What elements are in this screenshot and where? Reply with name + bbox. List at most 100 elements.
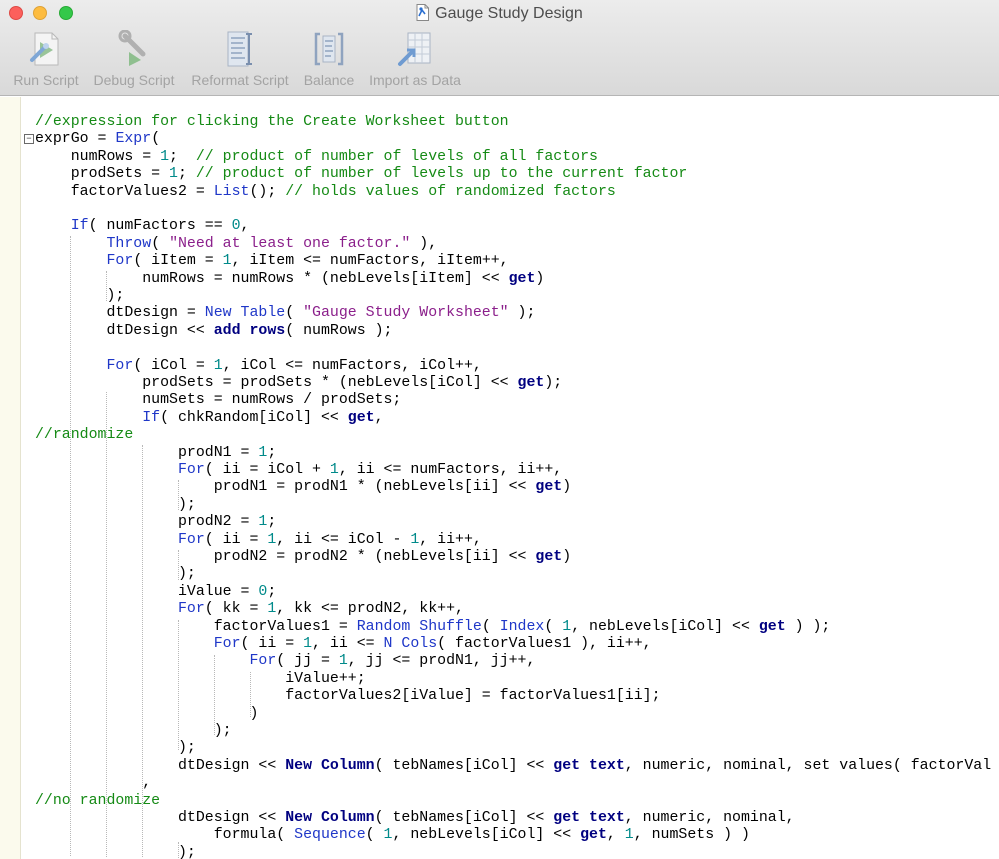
import-as-data-button[interactable]: Import as Data (364, 30, 466, 92)
code-token: prodN1 = (35, 444, 259, 461)
code-token: dtDesign << (35, 757, 286, 774)
code-line[interactable]: Throw( "Need at least one factor." ), (35, 235, 438, 253)
code-token: 0 (258, 583, 268, 600)
code-token: , numeric, nominal, (624, 810, 795, 826)
code-token: get (535, 479, 563, 496)
code-token: 1 (267, 531, 277, 548)
code-line[interactable]: For( ii = 1, ii <= iCol - 1, ii++, (35, 532, 482, 549)
code-line[interactable]: If( numFactors == 0, (35, 218, 250, 235)
code-line[interactable]: ); (35, 288, 124, 305)
code-token: , numeric, nominal, set values( factorVa… (624, 757, 992, 774)
balance-button[interactable]: Balance (300, 30, 358, 92)
code-line[interactable]: ); (35, 845, 196, 859)
code-line[interactable]: exprGo = Expr( (35, 131, 160, 148)
code-token: //randomize (35, 427, 134, 444)
debug-script-icon (118, 30, 146, 66)
balance-icon (314, 32, 344, 66)
code-token: ; (169, 148, 196, 165)
reformat-script-button[interactable]: Reformat Script (186, 30, 294, 92)
code-token: ), (410, 235, 438, 252)
code-line[interactable]: numRows = numRows * (nebLevels[iItem] <<… (35, 271, 544, 288)
code-token: ( (285, 305, 304, 322)
code-line[interactable]: ); (35, 566, 196, 583)
code-token: //no randomize (35, 792, 161, 809)
code-token: // product of number of levels of all fa… (195, 148, 598, 165)
run-script-button[interactable]: Run Script (8, 30, 84, 92)
code-token: Sequence (294, 827, 366, 844)
code-token: For (213, 636, 241, 652)
code-token: "Gauge Study Worksheet" (303, 305, 509, 322)
code-token: ( ii = iCol + (204, 462, 330, 478)
code-token: ) (535, 270, 545, 287)
code-line[interactable]: //randomize (35, 427, 133, 444)
code-line[interactable]: dtDesign = New Table( "Gauge Study Works… (35, 305, 535, 322)
code-line[interactable]: iValue = 0; (35, 584, 276, 601)
code-token: , jj <= prodN1, jj++, (347, 653, 536, 670)
code-line[interactable]: //expression for clicking the Create Wor… (35, 114, 509, 131)
code-token: ); (35, 844, 196, 859)
code-line[interactable]: numSets = numRows / prodSets; (35, 392, 401, 409)
fold-toggle-icon[interactable]: − (24, 134, 34, 144)
code-line[interactable]: dtDesign << New Column( tebNames[iCol] <… (35, 810, 795, 827)
code-line[interactable]: factorValues2[iValue] = factorValues1[ii… (35, 688, 661, 705)
code-line[interactable]: If( chkRandom[iCol] << get, (35, 410, 383, 427)
code-token: If (70, 218, 89, 235)
code-token: ( factorValues1 ), ii++, (437, 636, 652, 652)
code-token: 1 (624, 827, 634, 844)
code-line[interactable]: prodN1 = prodN1 * (nebLevels[ii] << get) (35, 479, 571, 496)
code-line[interactable]: numRows = 1; // product of number of lev… (35, 149, 598, 166)
code-token: 1 (258, 514, 268, 531)
code-line[interactable]: factorValues2 = List(); // holds values … (35, 184, 616, 201)
code-token: dtDesign << (35, 322, 214, 339)
code-token: ( kk = (204, 601, 268, 618)
code-line[interactable]: For( iCol = 1, iCol <= numFactors, iCol+… (35, 358, 482, 375)
window-title-text: Gauge Study Design (435, 5, 583, 22)
code-line[interactable]: ) (35, 706, 258, 723)
code-token: add rows (213, 322, 286, 339)
code-line[interactable]: ); (35, 723, 232, 740)
code-line[interactable]: iValue++; (35, 671, 365, 688)
code-line[interactable]: For( kk = 1, kk <= prodN2, kk++, (35, 601, 464, 618)
code-line[interactable]: factorValues1 = Random Shuffle( Index( 1… (35, 618, 831, 636)
code-line[interactable]: ); (35, 497, 196, 514)
script-editor[interactable]: − //expression for clicking the Create W… (0, 97, 999, 859)
code-line[interactable]: dtDesign << add rows( numRows ); (35, 323, 392, 340)
code-token: prodN1 = prodN1 * (nebLevels[ii] << (35, 479, 536, 496)
code-line[interactable]: For( iItem = 1, iItem <= numFactors, iIt… (35, 253, 509, 270)
code-line[interactable]: dtDesign << New Column( tebNames[iCol] <… (35, 758, 991, 775)
window-title: Gauge Study Design (0, 4, 999, 24)
code-line[interactable]: , (35, 775, 151, 792)
code-token: formula( (35, 827, 295, 844)
code-token: factorValues2[iValue] = factorValues1[ii… (35, 688, 661, 705)
debug-script-button[interactable]: Debug Script (90, 30, 178, 92)
code-token: get (535, 549, 563, 565)
code-token: , (240, 218, 250, 235)
code-line[interactable]: //no randomize (35, 793, 160, 810)
code-token: ; (177, 166, 196, 183)
code-token: get (758, 618, 786, 635)
code-token: ; (267, 583, 277, 600)
code-token: Throw (106, 235, 152, 252)
code-token: ( tebNames[iCol] << (374, 810, 554, 826)
code-line[interactable]: formula( Sequence( 1 , nebLevels[iCol] <<… (35, 827, 750, 844)
code-token: ); (544, 375, 563, 391)
code-token: , (35, 775, 152, 792)
code-line[interactable]: For( ii = iCol + 1, ii <= numFactors, ii… (35, 462, 562, 479)
code-token: 1 (213, 357, 223, 374)
code-line[interactable]: prodN1 = 1; (35, 445, 276, 462)
code-line[interactable]: For( jj = 1, jj <= prodN1, jj++, (35, 653, 535, 670)
code-line[interactable]: prodSets = prodSets * (nebLevels[iCol] <… (35, 375, 562, 392)
code-token: ) ); (785, 618, 831, 635)
code-token: dtDesign << (35, 810, 286, 826)
code-line[interactable]: For( ii = 1, ii <= N Cols( factorValues1… (35, 636, 652, 653)
code-token: prodN2 = (35, 514, 259, 531)
code-token: ); (35, 496, 196, 513)
code-line[interactable]: ); (35, 740, 196, 757)
code-line[interactable]: prodN2 = prodN2 * (nebLevels[ii] << get) (35, 549, 571, 566)
code-line[interactable]: prodN2 = 1; (35, 514, 276, 531)
code-token: , nebLevels[iCol] << (571, 618, 759, 635)
code-line[interactable]: prodSets = 1; // product of number of le… (35, 166, 688, 183)
